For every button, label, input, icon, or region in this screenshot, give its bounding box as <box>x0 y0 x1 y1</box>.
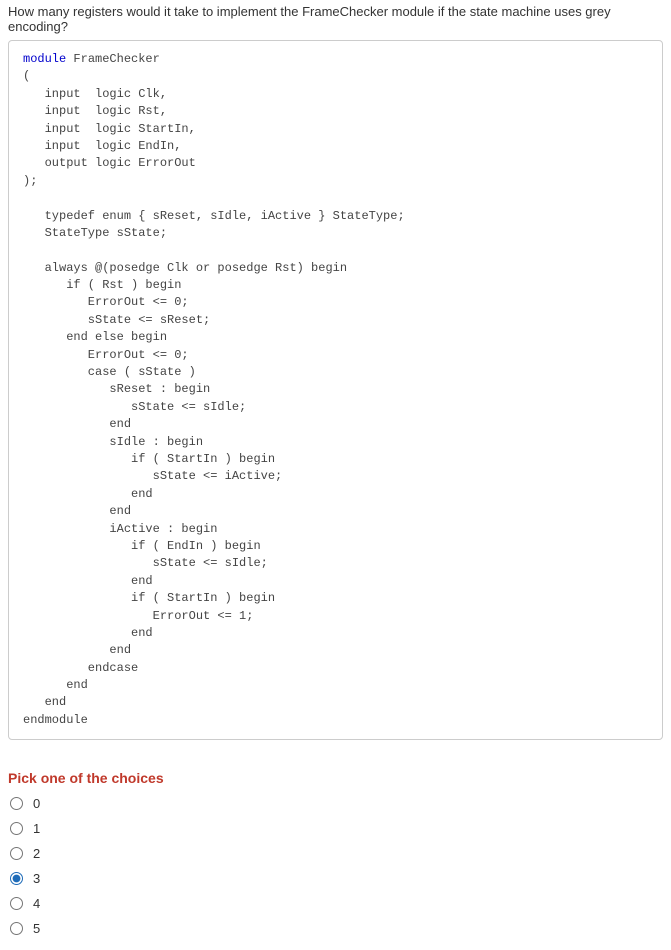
code-text: iActive : begin <box>23 522 217 536</box>
code-text: input logic <box>23 122 138 136</box>
code-text: StateType sState; <box>23 226 167 240</box>
code-text: end <box>23 504 131 518</box>
code-text: end <box>23 574 153 588</box>
code-text: end <box>23 626 153 640</box>
code-text: end <box>23 678 88 692</box>
code-text: ErrorOut <= 0; <box>23 295 189 309</box>
code-text: if ( StartIn ) begin <box>23 452 275 466</box>
code-text: StartIn, <box>138 122 196 136</box>
code-text: end else begin <box>23 330 167 344</box>
code-text: always @(posedge Clk or posedge Rst) beg… <box>23 261 347 275</box>
code-text: EndIn, <box>138 139 181 153</box>
code-text: ( <box>23 69 30 83</box>
choice-row-4[interactable]: 4 <box>8 896 663 911</box>
code-text: ErrorOut <= 1; <box>23 609 253 623</box>
question-text: How many registers would it take to impl… <box>8 4 663 34</box>
code-text: sState <= sIdle; <box>23 400 246 414</box>
code-text: FrameChecker <box>66 52 160 66</box>
code-keyword: module <box>23 52 66 66</box>
code-text: if ( Rst ) begin <box>23 278 181 292</box>
code-block: module FrameChecker ( input logic Clk, i… <box>8 40 663 740</box>
choice-label-4: 4 <box>33 896 40 911</box>
choice-radio-3[interactable] <box>10 872 23 885</box>
choice-radio-2[interactable] <box>10 847 23 860</box>
code-text: output logic <box>23 156 138 170</box>
choice-radio-4[interactable] <box>10 897 23 910</box>
code-text: end <box>23 695 66 709</box>
choice-radio-0[interactable] <box>10 797 23 810</box>
choice-row-5[interactable]: 5 <box>8 921 663 936</box>
code-text: sIdle : begin <box>23 435 203 449</box>
code-text: sState <= sIdle; <box>23 556 268 570</box>
code-text: endcase <box>23 661 138 675</box>
code-text: sState <= sReset; <box>23 313 210 327</box>
choice-radio-5[interactable] <box>10 922 23 935</box>
code-text: ErrorOut <box>138 156 196 170</box>
code-text: if ( StartIn ) begin <box>23 591 275 605</box>
code-text: ); <box>23 174 37 188</box>
code-text: endmodule <box>23 713 88 727</box>
code-text: end <box>23 487 153 501</box>
code-text: Clk, <box>138 87 167 101</box>
code-text: sReset : begin <box>23 382 210 396</box>
code-text: input logic <box>23 139 138 153</box>
choice-row-1[interactable]: 1 <box>8 821 663 836</box>
code-text: ErrorOut <= 0; <box>23 348 189 362</box>
choice-label-2: 2 <box>33 846 40 861</box>
choice-label-1: 1 <box>33 821 40 836</box>
code-text: if ( EndIn ) begin <box>23 539 261 553</box>
choice-radio-1[interactable] <box>10 822 23 835</box>
choice-row-0[interactable]: 0 <box>8 796 663 811</box>
code-text: typedef enum { sReset, sIdle, iActive } … <box>23 209 405 223</box>
choice-label-3: 3 <box>33 871 40 886</box>
choice-label-5: 5 <box>33 921 40 936</box>
code-text: input logic <box>23 87 138 101</box>
choice-label-0: 0 <box>33 796 40 811</box>
code-text: Rst, <box>138 104 167 118</box>
choice-row-2[interactable]: 2 <box>8 846 663 861</box>
choice-row-3[interactable]: 3 <box>8 871 663 886</box>
code-text: input logic <box>23 104 138 118</box>
code-text: sState <= iActive; <box>23 469 282 483</box>
code-text: end <box>23 417 131 431</box>
code-text: case ( sState ) <box>23 365 196 379</box>
code-text: end <box>23 643 131 657</box>
